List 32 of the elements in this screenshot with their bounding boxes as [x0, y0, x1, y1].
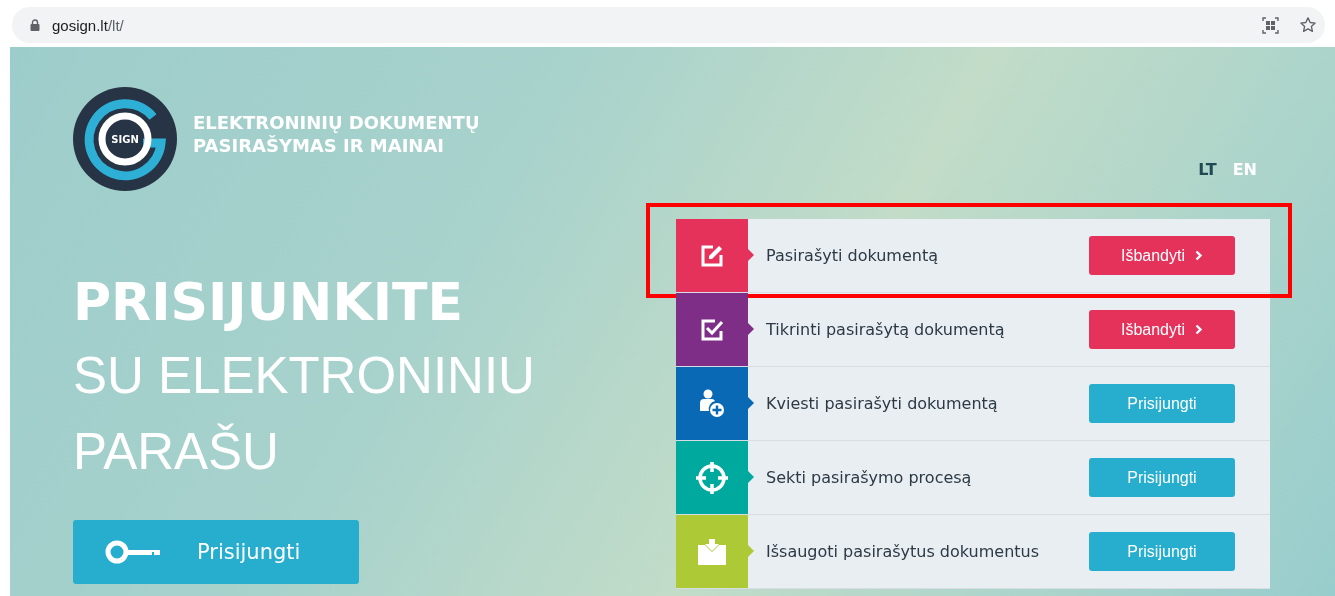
qr-code-icon[interactable]: [1262, 16, 1279, 34]
add-user-icon: [699, 388, 725, 419]
logo-icon: SIGN: [73, 87, 177, 191]
service-label: Pasirašyti dokumentą: [766, 246, 939, 265]
language-link[interactable]: EN: [1232, 160, 1257, 179]
edit-icon: [700, 243, 724, 268]
chevron-right-icon: [1195, 250, 1203, 261]
lock-icon: [30, 19, 40, 31]
language-link[interactable]: LT: [1198, 160, 1217, 179]
key-icon: [105, 540, 163, 564]
login-button[interactable]: Prisijungti: [1089, 532, 1235, 571]
star-icon[interactable]: [1299, 16, 1317, 34]
crosshair-icon: [695, 460, 729, 495]
service-label: Kviesti pasirašyti dokumentą: [766, 394, 999, 413]
checkbox-icon: [700, 317, 724, 342]
login-button[interactable]: Prisijungti: [73, 520, 359, 584]
url-text: gosign.lt/lt/: [52, 16, 124, 34]
brand-title: ELEKTRONINIŲ DOKUMENTŲ: [193, 111, 480, 134]
service-label: Tikrinti pasirašytą dokumentą: [766, 320, 1006, 339]
chevron-right-icon: [1195, 324, 1203, 335]
service-label: Sekti pasirašymo procesą: [766, 468, 973, 487]
hero-subline: PARAŠU: [73, 422, 280, 482]
service-label: Išsaugoti pasirašytus dokumentus: [766, 542, 1041, 561]
hero-headline: PRISIJUNKITE: [73, 271, 465, 334]
hero-subline: SU ELEKTRONINIU: [73, 346, 536, 406]
try-button[interactable]: Išbandyti: [1089, 236, 1235, 275]
try-button[interactable]: Išbandyti: [1089, 310, 1235, 349]
brand-title: PASIRAŠYMAS IR MAINAI: [193, 134, 446, 157]
download-tray-icon: [697, 538, 727, 565]
address-bar[interactable]: gosign.lt/lt/: [12, 7, 1325, 43]
login-button[interactable]: Prisijungti: [1089, 384, 1235, 423]
login-button[interactable]: Prisijungti: [1089, 458, 1235, 497]
